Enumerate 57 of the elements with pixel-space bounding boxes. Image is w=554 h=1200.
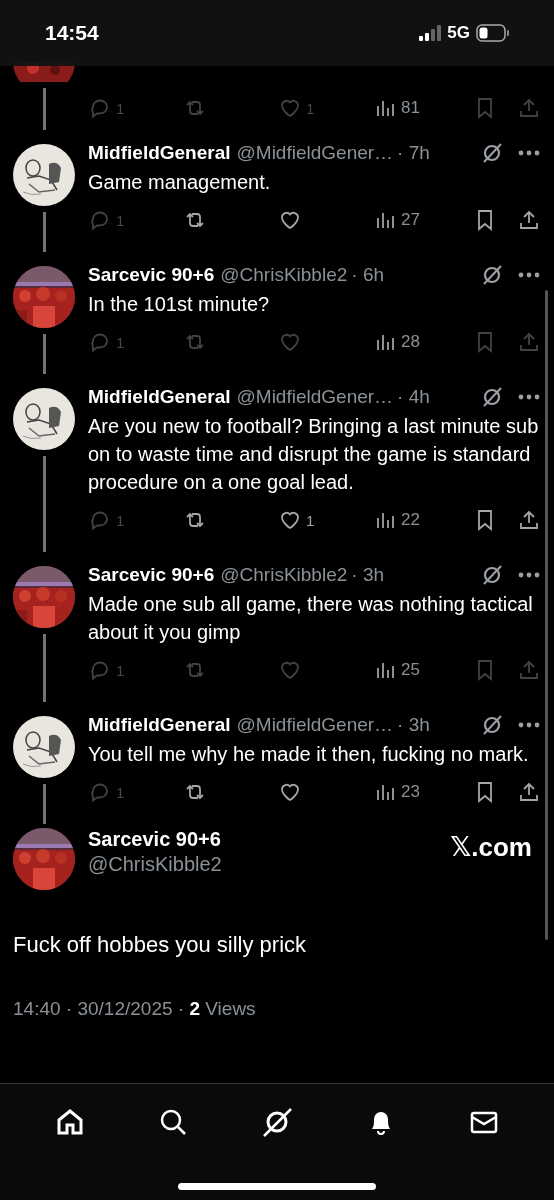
views-count: 25: [401, 660, 420, 680]
post-time: · 4h: [397, 386, 430, 408]
post-meta: 14:40 · 30/12/2025 · 2 Views: [12, 997, 257, 1021]
post-time: · 6h: [351, 264, 385, 286]
post-time: · 3h: [397, 714, 430, 736]
author-handle[interactable]: @ChrisKibble2: [220, 264, 348, 286]
author-handle[interactable]: @MidfieldGener…: [236, 714, 394, 736]
author-name[interactable]: Sarcevic 90+6: [88, 564, 215, 586]
more-icon[interactable]: [518, 572, 540, 578]
post-text: Game management.: [88, 170, 272, 195]
slashed-circle-icon[interactable]: [480, 385, 504, 409]
views-count: 28: [401, 332, 420, 352]
post-text: Are you new to football? Bringing a last minute sub on to waste time and disrupt the game is standard procedure on a one goal lead.: [88, 414, 540, 495]
author-handle[interactable]: @MidfieldGener…: [236, 386, 394, 408]
reply-count: 1: [116, 333, 125, 351]
status-time: 14:54: [45, 21, 99, 45]
post-text: Made one sub all game, there was nothing tactical about it you gimp: [88, 592, 534, 645]
post-time: · 3h: [351, 564, 385, 586]
share-icon[interactable]: [517, 780, 541, 804]
slashed-circle-icon[interactable]: [480, 141, 504, 165]
reply-count: 1: [116, 783, 125, 801]
site-logo: 𝕏.com: [450, 832, 532, 863]
author-handle[interactable]: @MidfieldGener…: [236, 142, 394, 164]
views-count: 22: [401, 510, 420, 530]
more-icon[interactable]: [518, 272, 540, 278]
more-icon[interactable]: [518, 722, 540, 728]
author-name[interactable]: MidfieldGeneral: [88, 714, 231, 736]
views-count: 81: [401, 98, 420, 118]
share-icon[interactable]: [517, 208, 541, 232]
post-time: · 7h: [397, 142, 430, 164]
scrollbar[interactable]: [545, 290, 548, 940]
more-icon[interactable]: [518, 150, 540, 156]
views-count: 23: [401, 782, 420, 802]
like-count: 1: [306, 511, 315, 529]
author-name[interactable]: Sarcevic 90+6: [88, 828, 222, 851]
post-text: Fuck off hobbes you silly prick: [12, 931, 308, 958]
post-text: In the 101st minute?: [88, 292, 271, 317]
views-count: 27: [401, 210, 420, 230]
post-text: You tell me why he made it then, fucking no mark.: [88, 742, 530, 767]
more-icon[interactable]: [518, 394, 540, 400]
author-handle[interactable]: @ChrisKibble2: [220, 564, 348, 586]
signal-icon: [419, 25, 442, 41]
like-count: 1: [306, 99, 315, 117]
battery-icon: [476, 24, 510, 42]
author-handle[interactable]: @ChrisKibble2: [88, 853, 222, 876]
slashed-circle-icon[interactable]: [480, 263, 504, 287]
author-name[interactable]: Sarcevic 90+6: [88, 264, 215, 286]
reply-count: 1: [116, 211, 125, 229]
reply-count: 1: [116, 661, 125, 679]
network-label: 5G: [447, 23, 470, 43]
author-name[interactable]: MidfieldGeneral: [88, 142, 231, 164]
slashed-circle-icon[interactable]: [480, 563, 504, 587]
share-icon[interactable]: [517, 508, 541, 532]
reply-count: 1: [116, 99, 125, 117]
slashed-circle-icon[interactable]: [480, 713, 504, 737]
reply-count: 1: [116, 511, 125, 529]
author-name[interactable]: MidfieldGeneral: [88, 386, 231, 408]
